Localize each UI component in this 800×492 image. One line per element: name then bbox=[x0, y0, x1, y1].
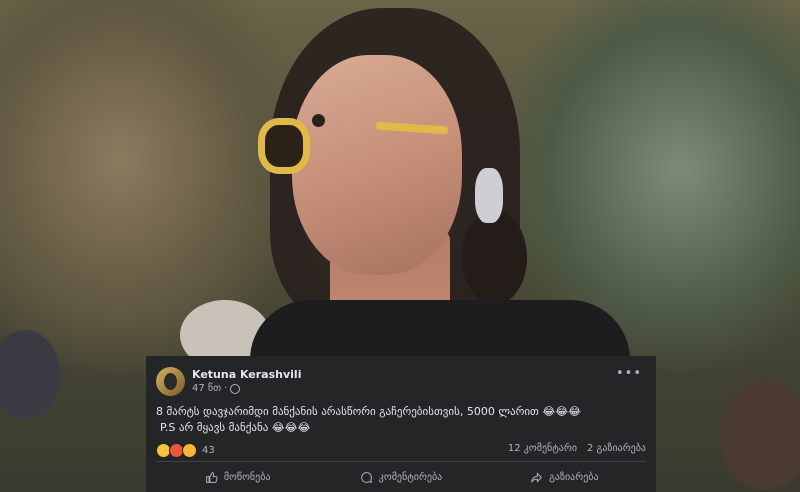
reactions-summary[interactable]: 43 bbox=[156, 443, 215, 458]
like-icon bbox=[205, 471, 218, 484]
sunglasses-lens-right bbox=[312, 114, 325, 127]
share-label: გაზიარება bbox=[549, 471, 599, 483]
meta-separator: · bbox=[224, 383, 228, 394]
post-time[interactable]: 47 წთ bbox=[192, 383, 221, 394]
share-button[interactable]: გაზიარება bbox=[483, 464, 646, 490]
post-text-line-1: 8 მარტს დავჯარიმდი მანქანის არასწორი გაჩ… bbox=[156, 405, 581, 418]
hair-bun bbox=[462, 210, 527, 305]
share-icon bbox=[530, 471, 543, 484]
like-label: მოწონება bbox=[223, 471, 271, 483]
avatar[interactable] bbox=[156, 367, 185, 396]
engagement-counts: 12 კომენტარი 2 გაზიარება bbox=[508, 443, 646, 454]
facebook-post-card: Ketuna Kerashvili 47 წთ · ••• 8 მარტს და… bbox=[146, 356, 656, 492]
more-icon[interactable]: ••• bbox=[616, 367, 642, 380]
post-author[interactable]: Ketuna Kerashvili bbox=[192, 368, 301, 381]
sunglasses bbox=[258, 112, 449, 174]
post-meta: 47 წთ · bbox=[192, 383, 241, 394]
scrunchie bbox=[475, 168, 503, 223]
post-text-line-2: P.S არ მყავს მანქანა 😂😂😂 bbox=[160, 421, 311, 434]
like-button[interactable]: მოწონება bbox=[156, 464, 319, 490]
background-person-right bbox=[720, 380, 800, 490]
sunglasses-lens-left bbox=[258, 118, 310, 174]
divider bbox=[156, 461, 646, 462]
share-count[interactable]: 2 გაზიარება bbox=[587, 443, 646, 454]
comment-label: კომენტირება bbox=[378, 471, 443, 483]
comment-icon bbox=[360, 471, 373, 484]
comment-count[interactable]: 12 კომენტარი bbox=[508, 443, 577, 454]
sunglasses-arm bbox=[375, 121, 449, 135]
background-person-left bbox=[0, 330, 60, 420]
comment-button[interactable]: კომენტირება bbox=[319, 464, 482, 490]
post-actions: მოწონება კომენტირება გაზიარება bbox=[156, 464, 646, 490]
globe-icon bbox=[230, 383, 241, 394]
reaction-count[interactable]: 43 bbox=[202, 445, 215, 456]
wow-reaction-icon bbox=[182, 443, 197, 458]
